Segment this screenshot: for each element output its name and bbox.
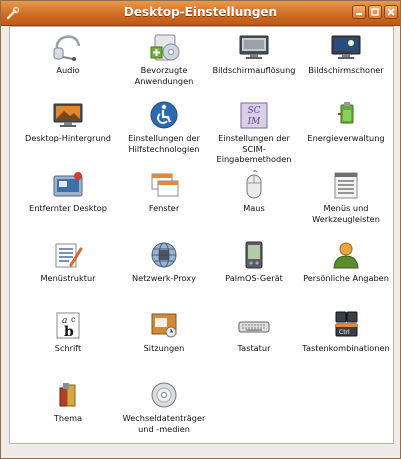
item-label: Bildschirmschoner xyxy=(308,65,384,75)
remote-desktop-icon xyxy=(53,172,83,197)
item-theme[interactable]: Thema xyxy=(20,380,116,450)
preferences-window: Desktop-Einstellungen Audio Bevorzugte A… xyxy=(0,0,401,459)
svg-text:IM: IM xyxy=(247,117,262,127)
item-label: Wechseldatenträger und -medien xyxy=(122,413,206,434)
item-label: Sitzungen xyxy=(143,343,185,353)
maximize-button[interactable] xyxy=(368,5,382,19)
item-label: Bildschirmauflösung xyxy=(212,65,296,75)
close-icon xyxy=(387,8,395,16)
item-screensaver[interactable]: Bildschirmschoner xyxy=(298,32,394,102)
item-mouse[interactable]: Maus xyxy=(206,170,302,240)
accessibility-icon xyxy=(150,101,178,129)
item-label: Menüstruktur xyxy=(40,273,96,283)
desktop-background-icon xyxy=(53,103,83,127)
preferences-icon-view[interactable]: Audio Bevorzugte Anwendungen Bildschirma… xyxy=(9,26,394,444)
item-personal-info[interactable]: Persönliche Angaben xyxy=(298,240,394,310)
personal-info-icon xyxy=(333,242,359,269)
minimize-icon xyxy=(356,13,362,15)
preferred-apps-icon xyxy=(150,34,180,61)
item-keyboard-shortcuts[interactable]: Ctrl Tastenkombinationen xyxy=(298,310,394,380)
item-label: Maus xyxy=(243,203,265,213)
menu-structure-icon xyxy=(55,243,83,268)
item-power-management[interactable]: Energieverwaltung xyxy=(298,100,394,170)
windows-icon xyxy=(151,173,179,197)
power-management-icon xyxy=(338,102,354,124)
item-menus-toolbars[interactable]: Menüs und Werkzeugleisten xyxy=(298,170,394,240)
removable-media-icon xyxy=(151,382,177,408)
item-label: Schrift xyxy=(54,343,82,353)
close-button[interactable] xyxy=(384,5,398,19)
headset-icon xyxy=(53,35,81,61)
item-label: Menüs und Werkzeugleisten xyxy=(312,203,380,224)
item-removable-media[interactable]: Wechseldatenträger und -medien xyxy=(116,380,212,450)
maximize-icon xyxy=(371,8,379,16)
item-label: PalmOS-Gerät xyxy=(225,273,283,283)
svg-text:Ctrl: Ctrl xyxy=(339,329,350,336)
minimize-button[interactable] xyxy=(352,5,366,19)
keyboard-icon xyxy=(238,321,270,333)
item-label: Einstellungen der SCIM- Eingabemethoden xyxy=(216,133,292,164)
item-label: Fenster xyxy=(148,203,180,213)
screensaver-icon xyxy=(331,35,361,59)
item-preferred-applications[interactable]: Bevorzugte Anwendungen xyxy=(116,32,212,102)
item-audio[interactable]: Audio xyxy=(20,32,116,102)
scim-icon: SC IM xyxy=(240,102,268,129)
item-label: Einstellungen der Hilfstechnologien xyxy=(128,133,200,154)
svg-text:b: b xyxy=(64,324,74,340)
window-bottom-edge xyxy=(9,444,394,457)
svg-text:c: c xyxy=(71,315,76,324)
item-label: Entfernter Desktop xyxy=(29,203,107,213)
item-keyboard[interactable]: Tastatur xyxy=(206,310,302,380)
item-remote-desktop[interactable]: Entfernter Desktop xyxy=(20,170,116,240)
item-label: Desktop-Hintergrund xyxy=(25,133,111,143)
sessions-icon xyxy=(151,313,177,338)
item-label: Energieverwaltung xyxy=(307,133,385,143)
item-sessions[interactable]: Sitzungen xyxy=(116,310,212,380)
item-label: Persönliche Angaben xyxy=(303,273,389,283)
item-label: Tastenkombinationen xyxy=(302,343,390,353)
item-label: Bevorzugte Anwendungen xyxy=(134,65,194,86)
item-scim-input-methods[interactable]: SC IM Einstellungen der SCIM- Eingabemet… xyxy=(206,100,302,170)
theme-icon xyxy=(59,383,76,407)
menus-toolbars-icon xyxy=(334,172,358,199)
item-accessibility[interactable]: Einstellungen der Hilfstechnologien xyxy=(116,100,212,170)
mouse-icon xyxy=(246,170,262,199)
window-title: Desktop-Einstellungen xyxy=(123,5,278,19)
svg-text:SC: SC xyxy=(247,106,260,116)
screen-resolution-icon xyxy=(239,35,269,59)
item-label: Audio xyxy=(56,65,80,75)
item-label: Tastatur xyxy=(237,343,271,353)
font-icon: a c b xyxy=(56,312,80,340)
item-label: Netzwerk-Proxy xyxy=(132,273,196,283)
item-menu-structure[interactable]: Menüstruktur xyxy=(20,240,116,310)
item-windows[interactable]: Fenster xyxy=(116,170,212,240)
item-screen-resolution[interactable]: Bildschirmauflösung xyxy=(206,32,302,102)
item-desktop-background[interactable]: Desktop-Hintergrund xyxy=(20,100,116,170)
keyboard-shortcuts-icon: Ctrl xyxy=(335,311,358,337)
item-palmos-device[interactable]: PalmOS-Gerät xyxy=(206,240,302,310)
item-network-proxy[interactable]: Netzwerk-Proxy xyxy=(116,240,212,310)
palm-device-icon xyxy=(245,241,263,269)
item-font[interactable]: a c b Schrift xyxy=(20,310,116,380)
network-proxy-icon xyxy=(151,242,177,268)
title-bar[interactable]: Desktop-Einstellungen xyxy=(1,1,400,26)
item-label: Thema xyxy=(53,413,83,423)
